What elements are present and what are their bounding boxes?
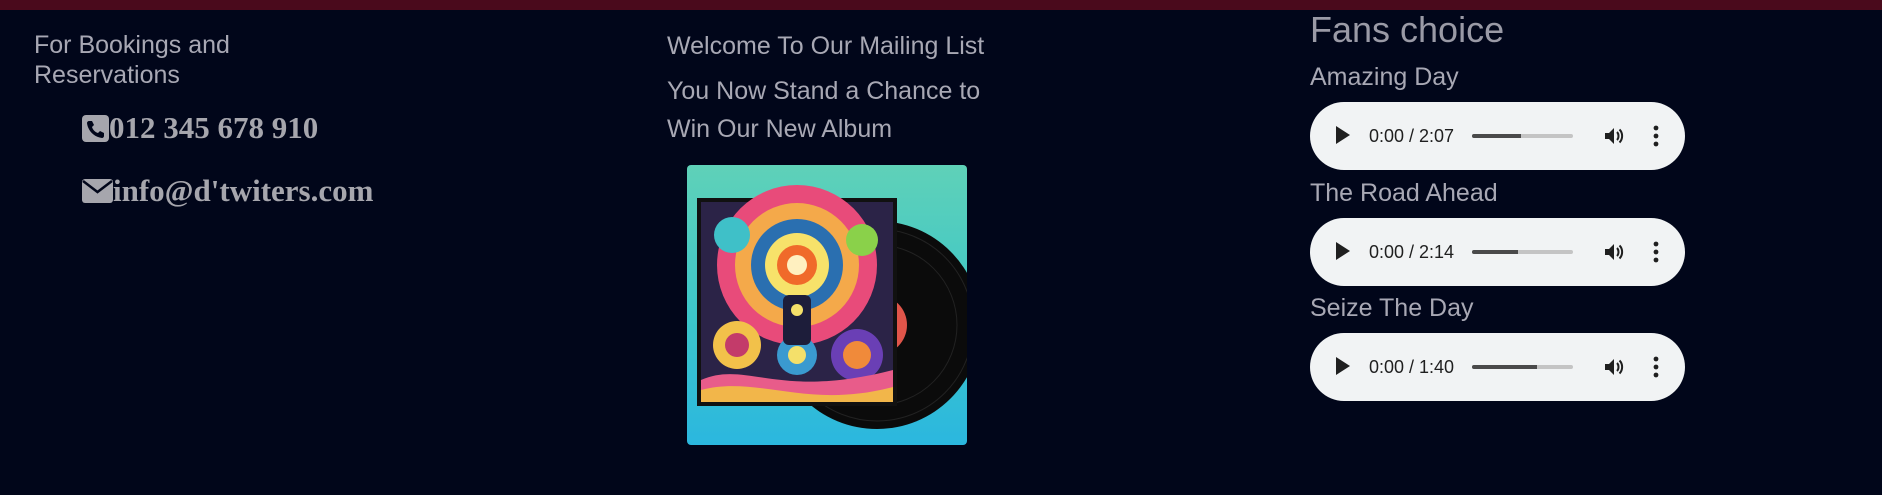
time-display: 0:00 / 2:07: [1369, 126, 1455, 146]
more-vertical-icon[interactable]: [1652, 241, 1660, 263]
fans-choice-title: Fans choice: [1310, 9, 1505, 50]
mailing-subtext: You Now Stand a Chance to Win Our New Al…: [667, 77, 981, 143]
volume-icon[interactable]: [1602, 355, 1626, 379]
more-vertical-icon[interactable]: [1652, 356, 1660, 378]
track-title: Amazing Day: [1310, 63, 1459, 91]
more-vertical-icon[interactable]: [1652, 125, 1660, 147]
track-title: Seize The Day: [1310, 294, 1474, 322]
top-accent-bar: [0, 0, 1882, 10]
time-display: 0:00 / 1:40: [1369, 357, 1455, 377]
phone-square-icon: [82, 114, 109, 142]
mailing-heading: Welcome To Our Mailing List: [667, 32, 985, 60]
email-address: info@d'twiters.com: [113, 173, 374, 208]
album-cover-image: [687, 165, 967, 445]
progress-slider[interactable]: [1472, 365, 1573, 369]
volume-icon[interactable]: [1602, 124, 1626, 148]
volume-icon[interactable]: [1602, 240, 1626, 264]
time-display: 0:00 / 2:14: [1369, 242, 1455, 262]
progress-slider[interactable]: [1472, 250, 1573, 254]
phone-number: 012 345 678 910: [109, 110, 319, 145]
track-title: The Road Ahead: [1310, 179, 1498, 207]
play-icon[interactable]: [1336, 126, 1350, 144]
booking-heading: For Bookings and Reservations: [34, 31, 230, 89]
envelope-icon: [82, 179, 113, 203]
phone-contact[interactable]: 012 345 678 910: [82, 110, 318, 146]
progress-slider[interactable]: [1472, 134, 1573, 138]
email-contact[interactable]: info@d'twiters.com: [82, 173, 373, 209]
play-icon[interactable]: [1336, 242, 1350, 260]
audio-player[interactable]: 0:00 / 2:07: [1310, 102, 1685, 170]
audio-player[interactable]: 0:00 / 2:14: [1310, 218, 1685, 286]
audio-player[interactable]: 0:00 / 1:40: [1310, 333, 1685, 401]
play-icon[interactable]: [1336, 357, 1350, 375]
